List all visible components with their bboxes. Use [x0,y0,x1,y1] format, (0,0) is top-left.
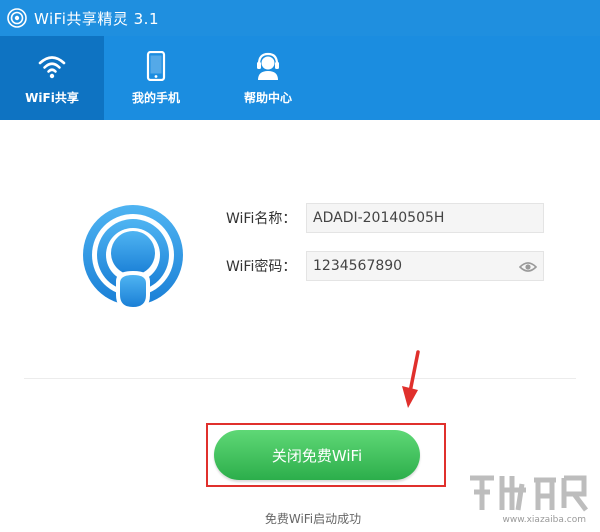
headset-icon [253,51,283,81]
wifi-name-label: WiFi名称： [226,211,297,227]
eye-icon[interactable] [518,259,538,275]
wifi-password-row: WiFi密码： [226,251,544,281]
wifi-name-box [306,203,544,233]
wifi-name-row: WiFi名称： [226,203,544,233]
watermark-text: www.xiazaiba.com [502,515,586,525]
tab-label: WiFi共享 [25,90,79,105]
tab-label: 帮助中心 [243,90,292,105]
title-bar: WiFi共享精灵 3.1 [0,0,600,36]
wifi-password-label: WiFi密码： [226,259,297,275]
tab-help-center[interactable]: 帮助中心 [208,36,328,120]
divider [24,378,576,379]
wifi-password-box [306,251,544,281]
wifi-name-input[interactable] [313,210,513,226]
close-free-wifi-button[interactable]: 关闭免费WiFi [214,430,420,480]
wifi-password-input[interactable] [313,258,513,274]
window-title: WiFi共享精灵 3.1 [34,9,159,28]
tab-wifi-share[interactable]: WiFi共享 [0,36,104,120]
wifi-share-logo-icon [78,203,188,313]
wifi-app-icon [6,7,28,29]
tab-my-phone[interactable]: 我的手机 [104,36,208,120]
tab-label: 我的手机 [131,90,180,105]
red-arrow-annotation-icon [398,350,422,410]
wifi-icon [37,51,67,81]
phone-icon [141,50,171,81]
nav-bar: WiFi共享 我的手机 帮助中心 [0,36,600,120]
